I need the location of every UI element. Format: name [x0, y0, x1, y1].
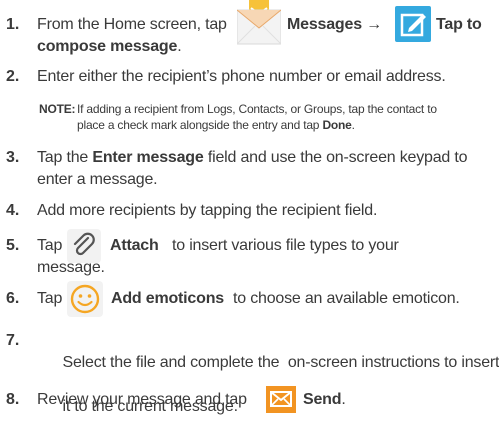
attach-label: Attach [110, 237, 159, 254]
compose-pencil-icon [395, 6, 431, 42]
compose-label-2: compose message [37, 38, 178, 55]
note: NOTE: If adding a recipient from Logs, C… [39, 101, 491, 133]
messages-envelope-icon [236, 0, 282, 46]
note-line-2: place a check mark alongside the entry a… [77, 118, 320, 132]
step-text: Enter either the recipient’s phone numbe… [37, 68, 446, 85]
messages-label: Messages [287, 16, 362, 33]
enter-message-label: Enter message [92, 149, 204, 166]
add-emoticons-label: Add emoticons [111, 290, 224, 307]
step-number: 7. [6, 332, 20, 349]
arrow: → [366, 16, 382, 33]
step-number: 3. [6, 149, 20, 166]
send-label: Send [303, 391, 342, 408]
instructions-page: 1. From the Home screen, tap Messages → [0, 0, 499, 422]
step-number: 1. [6, 16, 20, 33]
step-number: 8. [6, 391, 20, 408]
step-number: 4. [6, 202, 20, 219]
note-line-1: If adding a recipient from Logs, Contact… [77, 102, 437, 116]
send-envelope-icon [266, 386, 296, 413]
done-label: Done [322, 118, 352, 132]
step-number: 6. [6, 290, 20, 307]
compose-label: Tap to [436, 16, 482, 33]
step-text-line-1: Select the file and complete the on-scre… [62, 354, 499, 371]
note-label: NOTE: [39, 102, 76, 116]
smiley-icon [67, 281, 103, 317]
step-number: 5. [6, 237, 20, 254]
step-text: Add more recipients by tapping the recip… [37, 202, 378, 219]
step-text: From the Home screen, tap [37, 16, 227, 33]
step-number: 2. [6, 68, 20, 85]
